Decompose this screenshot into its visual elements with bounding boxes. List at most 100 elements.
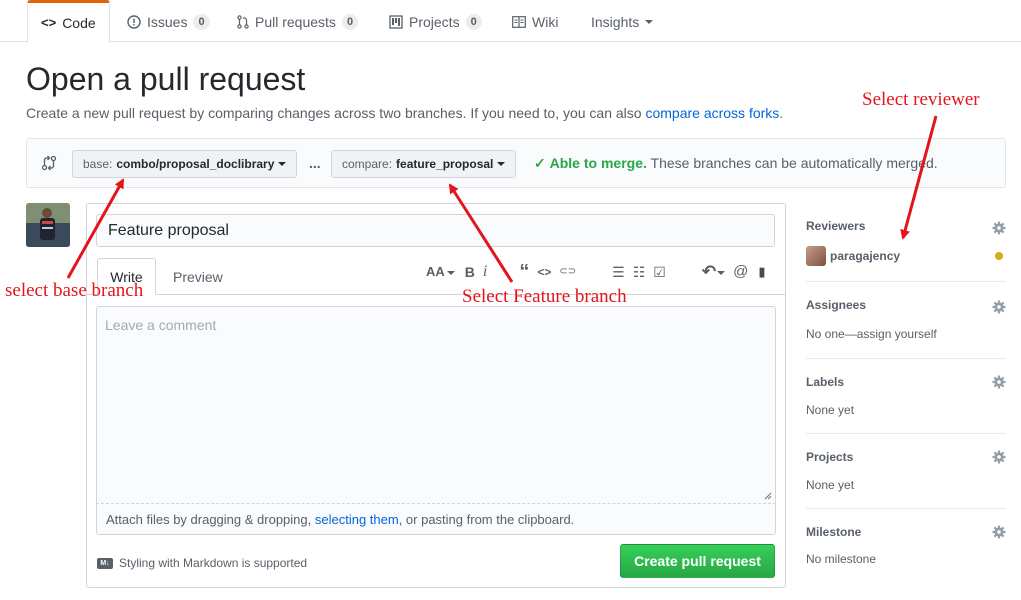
markdown-toolbar: AA B i “ <> ⊂⊃ ☰ ☷ ☑ ↶ @ ▮ (426, 262, 765, 282)
reply-icon[interactable]: ↶ (701, 262, 726, 282)
quote-icon[interactable]: “ (519, 262, 529, 282)
italic-icon[interactable]: i (483, 262, 487, 282)
sidebar-assignees: Assignees No one—assign yourself (806, 298, 1006, 341)
tab-pull-requests[interactable]: Pull requests 0 (237, 0, 359, 43)
heading-icon[interactable]: AA (426, 262, 455, 282)
heading-label: AA (426, 264, 445, 279)
base-branch-select[interactable]: base: combo/proposal_doclibrary (72, 150, 298, 178)
projects-value: None yet (806, 478, 855, 492)
annotation-select-reviewer: Select reviewer (862, 89, 980, 110)
page-title: Open a pull request (26, 61, 306, 97)
comment-textarea[interactable]: Leave a comment (96, 306, 776, 504)
gear-icon[interactable] (992, 300, 1006, 314)
pull-request-icon (237, 14, 249, 29)
task-list-icon[interactable]: ☑ (653, 262, 666, 282)
chevron-down-icon (278, 162, 287, 166)
resize-handle-icon[interactable] (764, 492, 772, 500)
gear-icon[interactable] (992, 450, 1006, 464)
range-editor: base: combo/proposal_doclibrary ... comp… (26, 138, 1006, 188)
tab-projects-label: Projects (409, 13, 460, 30)
subtitle-text: Create a new pull request by comparing c… (26, 105, 642, 121)
tab-issues[interactable]: Issues 0 (127, 0, 210, 43)
compare-branch-name: feature_proposal (396, 157, 494, 171)
tab-pull-requests-label: Pull requests (255, 13, 336, 30)
merge-status-label: Able to merge. (549, 155, 647, 171)
tab-code[interactable]: <> Code (27, 0, 110, 43)
compare-branch-select[interactable]: compare: feature_proposal (331, 150, 517, 178)
project-icon (389, 14, 403, 29)
attach-text-1: Attach files by dragging & dropping, (106, 511, 312, 527)
pull-requests-counter: 0 (341, 13, 359, 30)
tab-projects[interactable]: Projects 0 (389, 0, 482, 43)
reply-label: ↶ (701, 262, 717, 281)
projects-counter: 0 (465, 13, 482, 30)
selecting-them-link[interactable]: selecting them (315, 512, 399, 527)
code-icon[interactable]: <> (537, 262, 551, 282)
markdown-icon: M↓ (97, 557, 113, 569)
gear-icon[interactable] (992, 525, 1006, 539)
base-branch-name: combo/proposal_doclibrary (116, 157, 275, 171)
projects-heading: Projects (806, 450, 854, 464)
sidebar-projects: Projects None yet (806, 450, 1006, 492)
compare-across-forks-link[interactable]: compare across forks (645, 105, 779, 121)
base-label: base: (83, 157, 113, 171)
sidebar-milestone: Milestone No milestone (806, 525, 1006, 566)
annotation-select-feature-branch: Select Feature branch (462, 286, 627, 307)
labels-value: None yet (806, 403, 855, 417)
tab-issues-label: Issues (147, 13, 188, 30)
markdown-note-text: Styling with Markdown is supported (119, 556, 308, 570)
review-pending-indicator (995, 252, 1003, 260)
gear-icon[interactable] (992, 375, 1006, 389)
sidebar-labels: Labels None yet (806, 375, 1006, 417)
range-ellipsis: ... (309, 155, 321, 171)
book-icon (512, 15, 526, 28)
annotation-select-base-branch: select base branch (5, 280, 144, 301)
reviewer-name[interactable]: paragajency (830, 249, 900, 263)
chevron-down-icon (645, 19, 654, 24)
assignees-value[interactable]: No one—assign yourself (806, 327, 937, 341)
code-icon: <> (41, 15, 57, 30)
tab-insights-label: Insights (591, 13, 640, 30)
user-photo-icon (26, 203, 70, 247)
bold-icon[interactable]: B (465, 262, 475, 282)
milestone-heading: Milestone (806, 525, 862, 539)
labels-heading: Labels (806, 375, 845, 389)
sidebar-divider (806, 281, 1006, 282)
mention-icon[interactable]: @ (733, 262, 748, 282)
markdown-note[interactable]: M↓ Styling with Markdown is supported (97, 556, 307, 570)
tabs-divider (86, 294, 786, 295)
numbered-list-icon[interactable]: ☷ (633, 262, 646, 282)
bullet-list-icon[interactable]: ☰ (612, 262, 625, 282)
merge-status-text: These branches can be automatically merg… (650, 155, 938, 171)
tab-wiki-label: Wiki (532, 13, 559, 30)
sidebar-divider (806, 358, 1006, 359)
compare-arrows-icon[interactable] (41, 154, 57, 172)
sidebar-divider (806, 508, 1006, 509)
bookmark-icon[interactable]: ▮ (758, 262, 765, 282)
milestone-value: No milestone (806, 552, 877, 566)
gear-icon[interactable] (992, 221, 1006, 235)
reviewers-heading: Reviewers (806, 219, 866, 233)
tab-preview[interactable]: Preview (173, 269, 223, 285)
subtitle-end: . (779, 105, 784, 121)
issue-icon (127, 14, 141, 29)
assignees-heading: Assignees (806, 298, 867, 312)
sidebar-divider (806, 433, 1006, 434)
avatar[interactable] (26, 203, 70, 247)
tab-code-label: Code (62, 14, 96, 31)
check-icon: ✓ (534, 155, 546, 171)
create-pull-request-button[interactable]: Create pull request (620, 544, 775, 578)
compare-label: compare: (342, 157, 393, 171)
pr-title-input[interactable]: Feature proposal (96, 214, 775, 247)
chevron-down-icon (497, 162, 506, 166)
link-icon[interactable]: ⊂⊃ (559, 262, 576, 282)
repo-nav: <> Code Issues 0 Pull requests 0 Project… (0, 0, 1021, 43)
file-attach-area[interactable]: Attach files by dragging & dropping, sel… (96, 504, 776, 535)
tab-wiki[interactable]: Wiki (512, 0, 558, 43)
tab-insights[interactable]: Insights (591, 0, 654, 43)
reviewer-avatar (806, 246, 826, 266)
attach-text-2: , or pasting from the clipboard. (398, 511, 575, 527)
sidebar-reviewers: Reviewers (806, 219, 1006, 233)
merge-status: ✓ Able to merge. These branches can be a… (534, 155, 938, 172)
page-subtitle: Create a new pull request by comparing c… (26, 105, 783, 121)
